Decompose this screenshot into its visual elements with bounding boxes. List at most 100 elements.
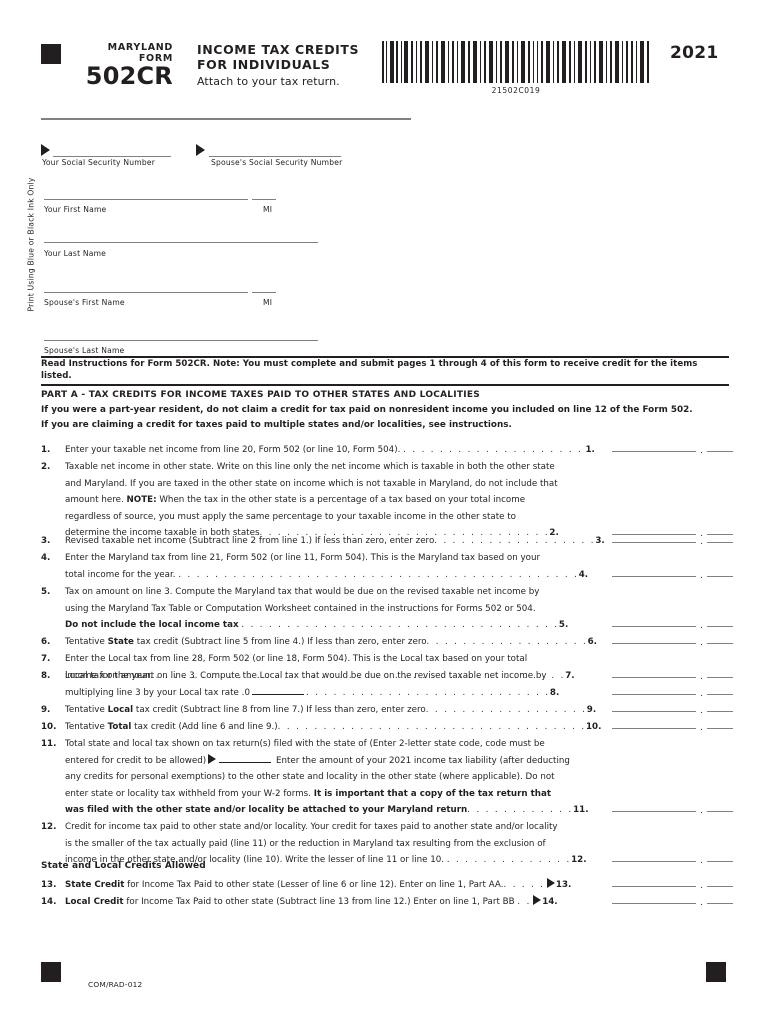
registration-mark-top-left <box>41 44 61 64</box>
spouse-mi-input[interactable] <box>252 292 276 293</box>
form-title: INCOME TAX CREDITS FOR INDIVIDUALS <box>197 42 377 72</box>
line-13-cents-input[interactable] <box>707 886 733 887</box>
your-ssn-arrow-icon <box>41 144 50 156</box>
line-4-dollars-input[interactable] <box>612 576 696 577</box>
line-14-decimal-point: . <box>700 898 703 908</box>
part-a-note-partyear: If you were a part-year resident, do not… <box>41 405 693 415</box>
spouse-mi-label: MI <box>263 298 273 307</box>
line-10-amount-field[interactable]: . <box>612 719 733 733</box>
line-3-dollars-input[interactable] <box>612 542 696 543</box>
line-2-text-3a: amount here. <box>65 495 127 506</box>
line-2-text-2: and Maryland. If you are taxed in the ot… <box>65 478 558 489</box>
line-14-cents-input[interactable] <box>707 903 733 904</box>
spouse-ssn-input[interactable] <box>209 156 341 157</box>
spouse-last-name-input[interactable] <box>44 340 318 341</box>
line-8-decimal-point: . <box>700 689 703 699</box>
line-5-text-1: Tax on amount on line 3. Compute the Mar… <box>65 587 540 597</box>
line-11-amount-field[interactable]: . <box>612 802 733 816</box>
line-5-cents-input[interactable] <box>707 626 733 627</box>
line-2-number: 2. <box>41 462 51 472</box>
header-divider-rule <box>41 118 411 120</box>
line-13-amount-field[interactable]: . <box>612 877 733 891</box>
line-3-leader: . . . . . . . . . . . . . . . . . . <box>434 536 596 546</box>
line-8-rate-prefix: .0 <box>241 687 250 698</box>
line-4-text-1: Enter the Maryland tax from line 21, For… <box>65 553 541 563</box>
line-14-dollars-input[interactable] <box>612 903 696 904</box>
line-6-amount-field[interactable]: . <box>612 634 733 648</box>
line-1-dollars-input[interactable] <box>612 451 696 452</box>
line-4-cents-input[interactable] <box>707 576 733 577</box>
line-14-arrow-icon <box>533 895 542 905</box>
line-5-text-2: using the Maryland Tax Table or Computat… <box>65 603 536 614</box>
line-1-cents-input[interactable] <box>707 451 733 452</box>
your-last-name-input[interactable] <box>44 242 318 243</box>
line-6-leader: . . . . . . . . . . . . . . . . . . <box>426 637 588 647</box>
line-9-end-number: 9. <box>586 705 597 715</box>
line-1-amount-field[interactable]: . <box>612 442 733 456</box>
line-12-dollars-input[interactable] <box>612 861 696 862</box>
line-11-text-1: Total state and local tax shown on tax r… <box>65 739 545 749</box>
line-10-emphasis: Total <box>107 722 132 732</box>
line-3-amount-field[interactable]: . <box>612 533 733 547</box>
line-8-cents-input[interactable] <box>707 694 733 695</box>
line-8-text-2: multiplying line 3 by your Local tax rat… <box>65 687 239 698</box>
your-ssn-input[interactable] <box>53 156 171 157</box>
line-9-number: 9. <box>41 705 51 715</box>
line-5-dollars-input[interactable] <box>612 626 696 627</box>
line-11-text-5a: enter state or locality tax withheld fro… <box>65 788 314 799</box>
line-8-text-1: Local tax on amount on line 3. Compute t… <box>65 671 547 681</box>
line-11-state-code-input[interactable] <box>219 753 272 763</box>
line-11-text-2: entered for credit to be allowed) <box>65 755 207 766</box>
line-3-cents-input[interactable] <box>707 542 733 543</box>
line-2-note-label: NOTE: <box>126 495 157 506</box>
your-mi-input[interactable] <box>252 199 276 200</box>
spouse-first-name-label: Spouse's First Name <box>44 298 125 307</box>
line-3-text: Revised taxable net income (Subtract lin… <box>65 536 435 546</box>
line-6-emphasis: State <box>107 637 134 647</box>
line-6-dollars-input[interactable] <box>612 643 696 644</box>
line-4-amount-field[interactable]: . <box>612 567 733 581</box>
form-agency-label: MARYLAND FORM <box>78 42 173 64</box>
line-10-cents-input[interactable] <box>707 728 733 729</box>
line-13-end-number: 13. <box>555 880 572 890</box>
your-last-name-label: Your Last Name <box>44 249 107 258</box>
form-agency-line1: MARYLAND <box>107 42 173 53</box>
line-5-end-number: 5. <box>558 620 569 631</box>
line-10-dollars-input[interactable] <box>612 728 696 729</box>
line-14-number: 14. <box>41 897 57 907</box>
line-11-dollars-input[interactable] <box>612 811 696 812</box>
line-13-dollars-input[interactable] <box>612 886 696 887</box>
line-5-amount-field[interactable]: . <box>612 617 733 631</box>
registration-mark-bottom-left <box>41 962 61 982</box>
line-9-dollars-input[interactable] <box>612 711 696 712</box>
form-subtitle: Attach to your tax return. <box>197 75 340 88</box>
line-6-cents-input[interactable] <box>707 643 733 644</box>
line-14-amount-field[interactable]: . <box>612 894 733 908</box>
line-9-cents-input[interactable] <box>707 711 733 712</box>
line-11-leader: . . . . . . . . . . . . <box>467 805 574 816</box>
line-8-local-rate-input[interactable] <box>251 685 304 695</box>
line-7-text-1: Enter the Local tax from line 28, Form 5… <box>65 654 528 664</box>
line-12-amount-field[interactable]: . <box>612 852 733 866</box>
line-13-credit-label: State Credit <box>65 880 125 890</box>
line-6-text-3: tax credit (Subtract line 5 from line 4.… <box>133 637 427 647</box>
spouse-first-name-input[interactable] <box>44 292 248 293</box>
line-5-decimal-point: . <box>700 621 703 631</box>
line-9-leader: . . . . . . . . . . . . . . . . . . <box>425 705 587 715</box>
your-first-name-input[interactable] <box>44 199 248 200</box>
line-13-text-2: for Income Tax Paid to other state (Less… <box>124 880 504 890</box>
line-8-amount-field[interactable]: . <box>612 685 733 699</box>
line-11-cents-input[interactable] <box>707 811 733 812</box>
line-8-dollars-input[interactable] <box>612 694 696 695</box>
your-first-name-label: Your First Name <box>44 205 107 214</box>
line-8-number: 8. <box>41 671 51 681</box>
line-12-cents-input[interactable] <box>707 861 733 862</box>
line-12-end-number: 12. <box>571 855 587 866</box>
line-12-number: 12. <box>41 822 57 832</box>
line-9-amount-field[interactable]: . <box>612 702 733 716</box>
line-12-leader: . . . . . . . . . . . . . . <box>446 855 572 866</box>
form-page: MARYLAND FORM 502CR INCOME TAX CREDITS F… <box>0 0 770 1024</box>
line-7-number: 7. <box>41 654 51 664</box>
form-title-line1: INCOME TAX CREDITS <box>197 42 360 57</box>
read-instructions-text: Read Instructions for Form 502CR. Note: … <box>41 359 698 381</box>
